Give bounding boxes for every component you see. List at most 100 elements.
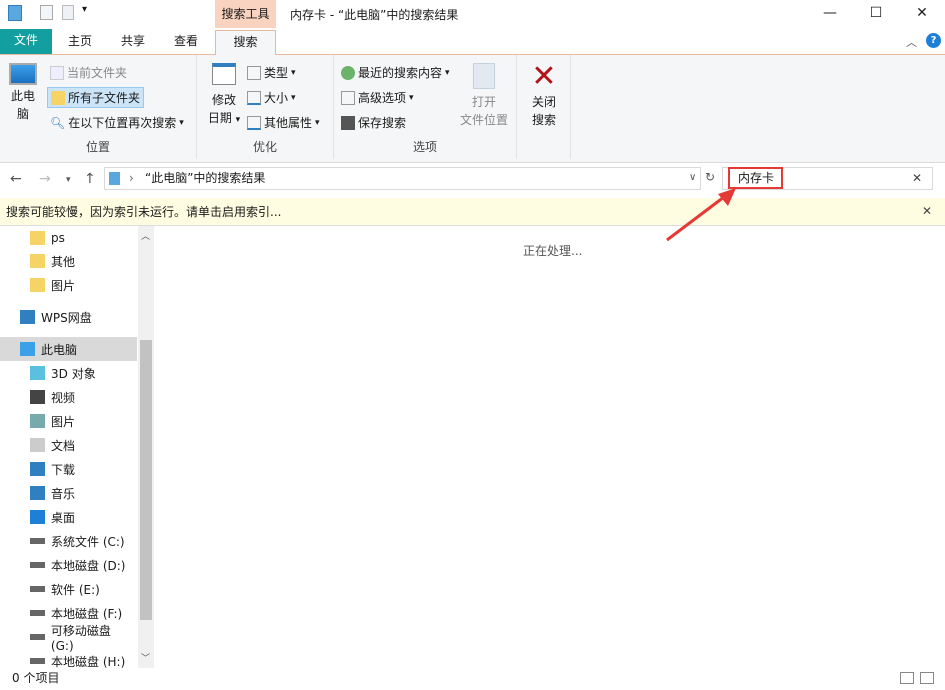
label: 脑 <box>6 105 40 123</box>
subfolders-icon <box>51 91 65 105</box>
breadcrumb-chevron-icon: › <box>129 171 134 185</box>
open-file-location-button[interactable]: 打开文件位置 <box>456 63 512 129</box>
maximize-button[interactable]: ☐ <box>853 0 899 28</box>
nav-item-label: WPS网盘 <box>41 309 92 326</box>
size-button[interactable]: 大小▾ <box>247 89 296 106</box>
nav-item[interactable]: 本地磁盘 (H:) <box>0 649 137 668</box>
new-folder-icon[interactable] <box>62 5 74 20</box>
forward-button[interactable]: → <box>39 171 51 187</box>
nav-item-icon <box>30 510 45 524</box>
advanced-options-button[interactable]: 高级选项▾ <box>341 89 414 106</box>
other-properties-button[interactable]: 其他属性▾ <box>247 114 320 131</box>
close-button[interactable]: ✕ <box>899 0 945 28</box>
explorer-icon <box>8 5 22 21</box>
nav-item[interactable]: 图片 <box>0 273 137 297</box>
label: 打开 <box>456 93 512 111</box>
collapse-ribbon-icon[interactable]: ︿ <box>906 34 917 50</box>
nav-scrollbar-thumb[interactable] <box>140 340 152 620</box>
nav-item-label: 下载 <box>51 461 75 478</box>
nav-item[interactable]: 下载 <box>0 457 137 481</box>
label: 高级选项 <box>358 89 406 106</box>
nav-item-label: 视频 <box>51 389 75 406</box>
search-results-icon <box>109 172 120 185</box>
dismiss-info-icon[interactable]: ✕ <box>922 204 932 218</box>
nav-item[interactable]: 文档 <box>0 433 137 457</box>
group-location: 此电脑 当前文件夹 所有子文件夹 🔍︎在以下位置再次搜索▾ 位置 <box>0 55 197 159</box>
nav-item-icon <box>30 538 45 544</box>
label: 所有子文件夹 <box>68 89 140 106</box>
save-search-button[interactable]: 保存搜索 <box>341 114 406 131</box>
nav-item[interactable]: 3D 对象 <box>0 361 137 385</box>
nav-item-icon <box>30 414 45 428</box>
search-again-button[interactable]: 🔍︎在以下位置再次搜索▾ <box>50 114 184 131</box>
nav-item-label: 本地磁盘 (D:) <box>51 557 125 574</box>
nav-item[interactable]: WPS网盘 <box>0 305 137 329</box>
nav-item-label: 可移动磁盘 (G:) <box>51 622 137 653</box>
nav-item[interactable]: 桌面 <box>0 505 137 529</box>
all-subfolders-button[interactable]: 所有子文件夹 <box>47 87 144 108</box>
search-icon: 🔍︎ <box>50 116 65 130</box>
clear-search-icon[interactable]: ✕ <box>912 171 922 185</box>
tab-share[interactable]: 共享 <box>108 30 158 54</box>
recent-locations-button[interactable]: ▾ <box>66 175 71 185</box>
tab-home[interactable]: 主页 <box>55 30 105 54</box>
info-text[interactable]: 搜索可能较慢，因为索引未运行。请单击启用索引... <box>6 205 281 219</box>
save-icon <box>341 116 355 130</box>
nav-item[interactable]: ps <box>0 226 137 250</box>
nav-item[interactable]: 可移动磁盘 (G:) <box>0 625 137 649</box>
tab-view[interactable]: 查看 <box>160 30 212 54</box>
help-icon[interactable]: ? <box>926 33 941 48</box>
nav-item[interactable]: 其他 <box>0 249 137 273</box>
label: 日期 <box>208 111 232 125</box>
properties-icon <box>247 116 261 130</box>
annotation-arrow <box>660 180 750 250</box>
nav-item-label: 音乐 <box>51 485 75 502</box>
label: 当前文件夹 <box>67 64 127 81</box>
tab-file[interactable]: 文件 <box>0 29 52 54</box>
nav-item[interactable]: 软件 (E:) <box>0 577 137 601</box>
close-x-icon: ✕ <box>521 61 567 93</box>
nav-item[interactable]: 此电脑 <box>0 337 137 361</box>
nav-item-icon <box>30 254 45 268</box>
nav-item[interactable]: 视频 <box>0 385 137 409</box>
address-bar[interactable]: “此电脑”中的搜索结果 <box>104 167 701 190</box>
nav-item-label: ps <box>51 231 65 245</box>
nav-item[interactable]: 图片 <box>0 409 137 433</box>
group-close: ✕ 关闭搜索 <box>517 55 571 159</box>
nav-item-icon <box>30 634 45 640</box>
folder-icon <box>50 66 64 80</box>
nav-item-label: 文档 <box>51 437 75 454</box>
date-modified-button[interactable]: 修改日期 ▾ <box>203 63 245 129</box>
current-folder-button[interactable]: 当前文件夹 <box>50 64 127 81</box>
index-info-bar[interactable]: 搜索可能较慢，因为索引未运行。请单击启用索引... <box>0 198 945 226</box>
type-button[interactable]: 类型▾ <box>247 64 296 81</box>
item-count: 0 个项目 <box>12 671 59 685</box>
status-bar: 0 个项目 <box>0 668 945 690</box>
nav-item-icon <box>30 390 45 404</box>
recent-searches-button[interactable]: 最近的搜索内容▾ <box>341 64 450 81</box>
details-view-icon[interactable] <box>900 672 914 684</box>
close-search-button[interactable]: ✕ 关闭搜索 <box>521 61 567 129</box>
nav-item-icon <box>20 342 35 356</box>
large-icons-view-icon[interactable] <box>920 672 934 684</box>
scroll-down-icon[interactable]: ﹀ <box>141 651 150 664</box>
label: 此电 <box>6 87 40 105</box>
open-location-icon <box>473 63 495 89</box>
properties-icon[interactable] <box>40 5 53 20</box>
up-button[interactable]: ↑ <box>84 171 96 187</box>
nav-item-icon <box>30 278 45 292</box>
nav-item[interactable]: 本地磁盘 (D:) <box>0 553 137 577</box>
nav-item[interactable]: 音乐 <box>0 481 137 505</box>
scroll-up-icon[interactable]: ︿ <box>141 229 150 242</box>
tab-search[interactable]: 搜索 <box>215 30 276 56</box>
nav-item[interactable]: 系统文件 (C:) <box>0 529 137 553</box>
this-pc-button[interactable]: 此电脑 <box>6 63 40 123</box>
qat-dropdown-icon[interactable]: ▾ <box>82 4 87 15</box>
nav-item-icon <box>30 486 45 500</box>
back-button[interactable]: ← <box>10 171 22 187</box>
label: 大小 <box>264 89 288 106</box>
computer-icon <box>9 63 37 85</box>
nav-item-icon <box>30 231 45 245</box>
minimize-button[interactable]: — <box>807 0 853 28</box>
recent-icon <box>341 66 355 80</box>
